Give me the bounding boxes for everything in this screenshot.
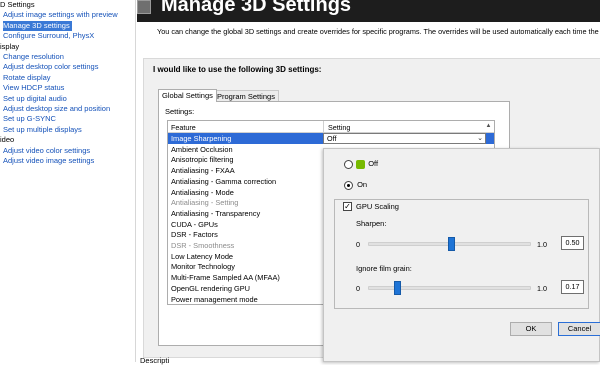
sharpen-min-label: 0: [356, 240, 360, 249]
nvidia-logo-icon: [356, 159, 366, 169]
feature-name: DSR - Smoothness: [171, 241, 235, 250]
feature-name: Low Latency Mode: [171, 251, 234, 261]
nav-link[interactable]: Adjust video image settings: [3, 156, 94, 166]
nav-link[interactable]: Set up G-SYNC: [3, 114, 56, 124]
feature-name: DSR - Factors: [171, 230, 218, 240]
nav-category: isplay: [0, 41, 20, 51]
ok-button[interactable]: OK: [510, 322, 552, 336]
radio-off-label: Off: [368, 159, 379, 168]
sharpen-value-input[interactable]: 0.50: [561, 236, 584, 250]
nav-link[interactable]: Set up multiple displays: [3, 125, 82, 135]
nav-link[interactable]: Set up digital audio: [3, 94, 67, 104]
column-header-setting[interactable]: Setting: [328, 123, 350, 132]
grain-value-input[interactable]: 0.17: [561, 280, 584, 294]
image-sharpening-popup: Off On ✓ GPU Scaling Sharpen: 0 1.0 0.50…: [323, 148, 600, 362]
cancel-button[interactable]: Cancel: [558, 322, 600, 336]
feature-name: Antialiasing - Transparency: [171, 208, 261, 218]
feature-name: Antialiasing - FXAA: [171, 166, 235, 176]
setting-dropdown[interactable]: Off ⌄: [323, 133, 486, 144]
page-description: You can change the global 3D settings an…: [157, 27, 599, 36]
grain-slider[interactable]: [368, 281, 531, 295]
nav-link[interactable]: Adjust desktop color settings: [3, 62, 98, 72]
feature-name: Antialiasing - Mode: [171, 187, 234, 197]
sharpen-max-label: 1.0: [537, 240, 547, 249]
setting-value: Off: [327, 134, 337, 143]
radio-off[interactable]: [344, 159, 353, 169]
settings-heading: I would like to use the following 3D set…: [153, 65, 322, 74]
radio-on-row[interactable]: On: [344, 179, 367, 191]
feature-name: Power management mode: [171, 294, 258, 304]
nav-link[interactable]: Change resolution: [3, 52, 64, 62]
nav-link[interactable]: Adjust desktop size and position: [3, 104, 110, 114]
feature-name: Image Sharpening: [171, 134, 232, 143]
feature-name: Antialiasing - Setting: [171, 198, 239, 208]
column-header-feature[interactable]: Feature: [171, 123, 196, 132]
settings-label: Settings:: [165, 107, 195, 116]
feature-name: Antialiasing - Gamma correction: [171, 176, 277, 186]
nav-link[interactable]: Rotate display: [3, 73, 51, 83]
chevron-down-icon[interactable]: ⌄: [477, 134, 483, 143]
navigation-tree: D Settings Adjust image settings with pre…: [0, 0, 136, 362]
page-title: Manage 3D Settings: [161, 0, 352, 16]
sharpen-slider[interactable]: [368, 237, 531, 251]
ignore-film-grain-label: Ignore film grain:: [356, 264, 412, 273]
feature-name: Ambient Occlusion: [171, 144, 233, 154]
feature-name: OpenGL rendering GPU: [171, 283, 251, 293]
feature-name: CUDA - GPUs: [171, 219, 218, 229]
description-heading: Descripti: [140, 356, 170, 365]
tab-global-settings[interactable]: Global Settings: [158, 89, 217, 102]
nav-category: D Settings: [0, 0, 35, 9]
nav-category: ideo: [0, 135, 15, 145]
nav-link[interactable]: Configure Surround, PhysX: [3, 31, 94, 41]
table-row[interactable]: Image Sharpening Off ⌄: [168, 133, 494, 144]
grain-max-label: 1.0: [537, 284, 547, 293]
nav-link[interactable]: Manage 3D settings: [3, 20, 72, 31]
scroll-up-arrow-icon[interactable]: ▲: [484, 122, 493, 131]
column-divider[interactable]: [323, 121, 324, 133]
nav-link[interactable]: Adjust image settings with preview: [3, 10, 118, 20]
sharpen-label: Sharpen:: [356, 219, 387, 228]
feature-name: Anisotropic filtering: [171, 155, 234, 165]
gpu-scaling-label: GPU Scaling: [356, 202, 399, 211]
gpu-scaling-checkbox[interactable]: ✓: [343, 202, 352, 211]
feature-name: Multi-Frame Sampled AA (MFAA): [171, 273, 280, 283]
nav-link[interactable]: Adjust video color settings: [3, 146, 90, 156]
nav-link[interactable]: View HDCP status: [3, 83, 64, 93]
table-header: Feature Setting ▲: [168, 121, 494, 133]
radio-on-label: On: [357, 180, 368, 189]
page-header: Manage 3D Settings: [137, 0, 600, 22]
grain-slider-thumb[interactable]: [393, 281, 401, 295]
grain-min-label: 0: [356, 284, 360, 293]
sharpening-options-group: [334, 199, 589, 309]
feature-name: Monitor Technology: [171, 262, 235, 272]
radio-on[interactable]: [344, 180, 353, 190]
nvidia-3d-icon: [137, 0, 151, 14]
radio-off-row[interactable]: Off: [344, 158, 378, 170]
sharpen-slider-thumb[interactable]: [447, 237, 455, 251]
